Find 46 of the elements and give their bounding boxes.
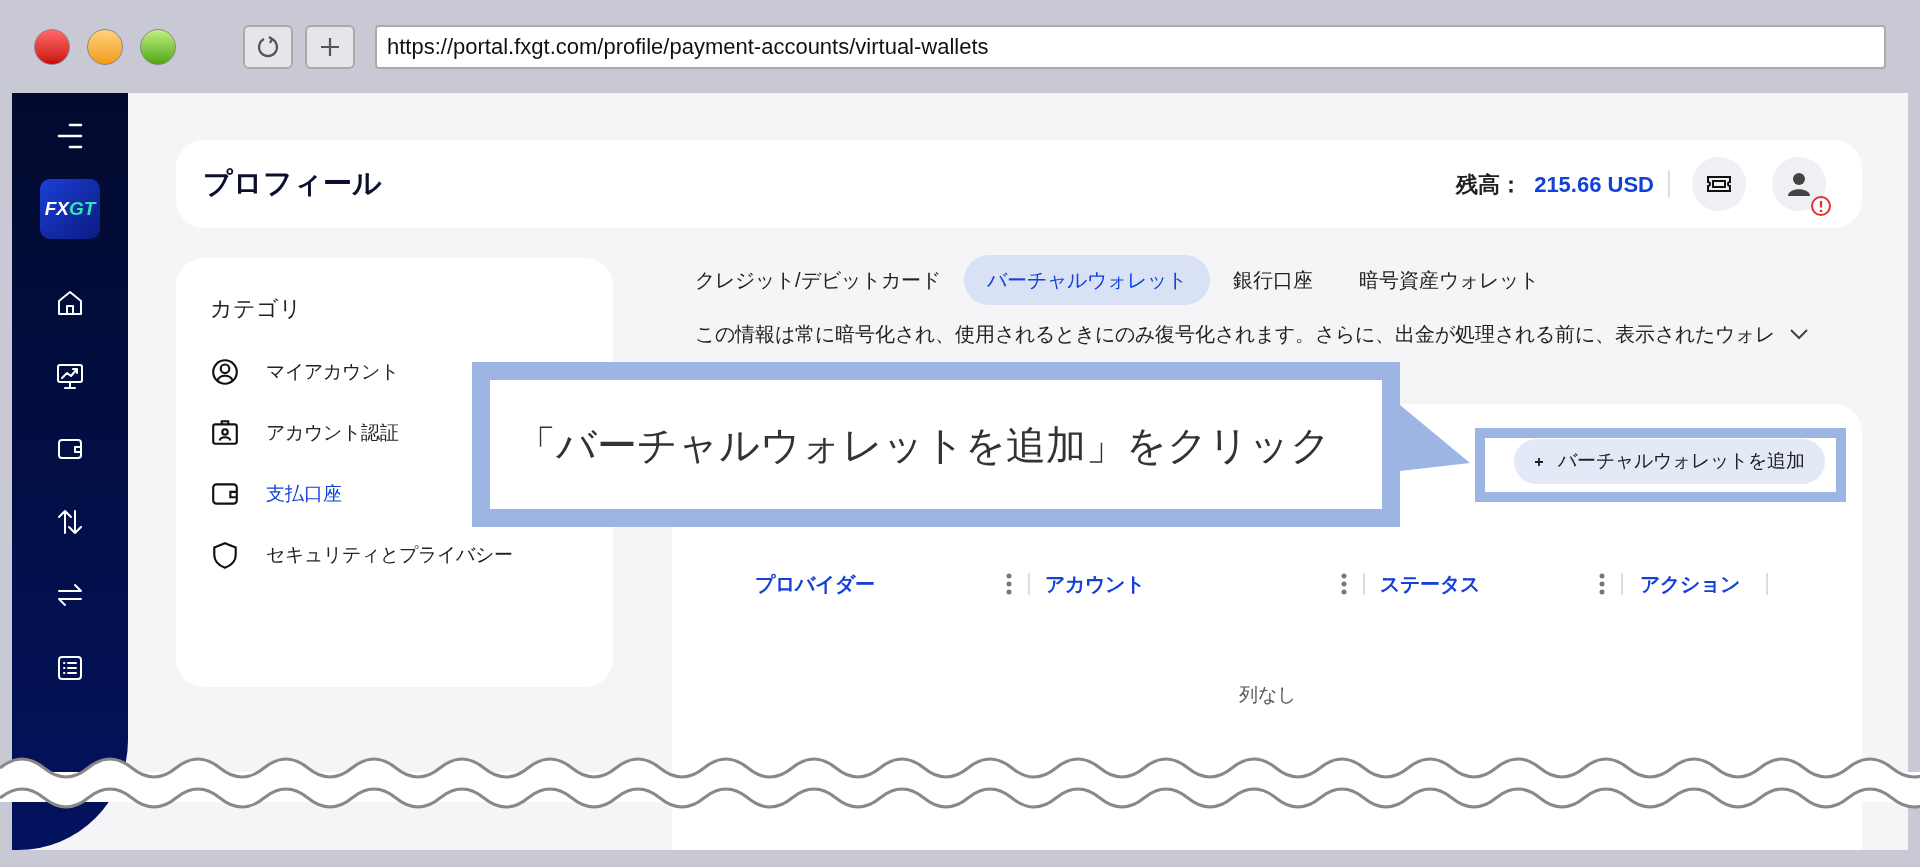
menu-icon[interactable]: [56, 123, 84, 149]
user-circle-icon: [210, 357, 240, 387]
tab[interactable]: クレジット/デビットカード: [672, 255, 964, 305]
kebab-icon[interactable]: [1341, 573, 1347, 595]
close-light[interactable]: [34, 28, 70, 65]
reload-icon: [255, 33, 281, 60]
kebab-icon[interactable]: [1599, 573, 1605, 595]
column-header[interactable]: アクション: [1623, 569, 1740, 599]
tab[interactable]: バーチャルウォレット: [963, 255, 1210, 305]
up-down-arrows-icon[interactable]: [56, 508, 84, 536]
tab[interactable]: 銀行口座: [1209, 255, 1336, 305]
category-item[interactable]: セキュリティとプライバシー: [210, 538, 513, 572]
logo[interactable]: FXGT: [40, 179, 100, 239]
tab[interactable]: 暗号資産ウォレット: [1335, 255, 1562, 305]
kebab-icon[interactable]: [1006, 573, 1012, 595]
profile-button[interactable]: [1772, 157, 1826, 211]
new-tab-button[interactable]: [305, 24, 355, 69]
monitor-chart-icon[interactable]: [56, 362, 84, 390]
column-header[interactable]: ステータス: [1365, 569, 1480, 599]
swap-arrows-icon[interactable]: [56, 581, 84, 609]
category-item[interactable]: 支払口座: [210, 477, 342, 511]
shield-icon: [210, 540, 240, 570]
balance-label: 残高：: [1456, 170, 1523, 199]
callout-box: 「バーチャルウォレットを追加」をクリック: [472, 362, 1400, 527]
info-text: この情報は常に暗号化され、使用されるときにのみ復号化されます。さらに、出金が処理される前に、表示されたウォレ: [695, 322, 1775, 347]
id-badge-icon: [210, 418, 240, 448]
category-item[interactable]: アカウント認証: [210, 416, 399, 450]
plus-icon: [319, 35, 341, 58]
column-header[interactable]: プロバイダー: [740, 569, 875, 599]
callout-pointer: [1400, 405, 1470, 471]
warning-icon: [1810, 195, 1832, 217]
chevron-icon[interactable]: [1789, 328, 1809, 340]
address-bar[interactable]: https://portal.fxgt.com/profile/payment-accounts/virtual-wallets: [375, 24, 1886, 69]
ticket-icon: [1706, 175, 1732, 193]
user-icon: [1786, 171, 1812, 197]
reload-button[interactable]: [243, 24, 293, 69]
category-title: カテゴリ: [210, 295, 303, 323]
add-wallet-button[interactable]: バーチャルウォレットを追加: [1514, 439, 1825, 484]
plus-icon: [1534, 456, 1544, 467]
list-icon[interactable]: [56, 654, 84, 682]
column-header[interactable]: アカウント: [1030, 569, 1145, 599]
balance-value: 215.66 USD: [1534, 170, 1654, 199]
empty-message: 列なし: [1238, 683, 1296, 707]
home-icon[interactable]: [56, 289, 84, 317]
category-item[interactable]: マイアカウント: [210, 355, 399, 389]
page-title: プロフィール: [203, 166, 382, 202]
